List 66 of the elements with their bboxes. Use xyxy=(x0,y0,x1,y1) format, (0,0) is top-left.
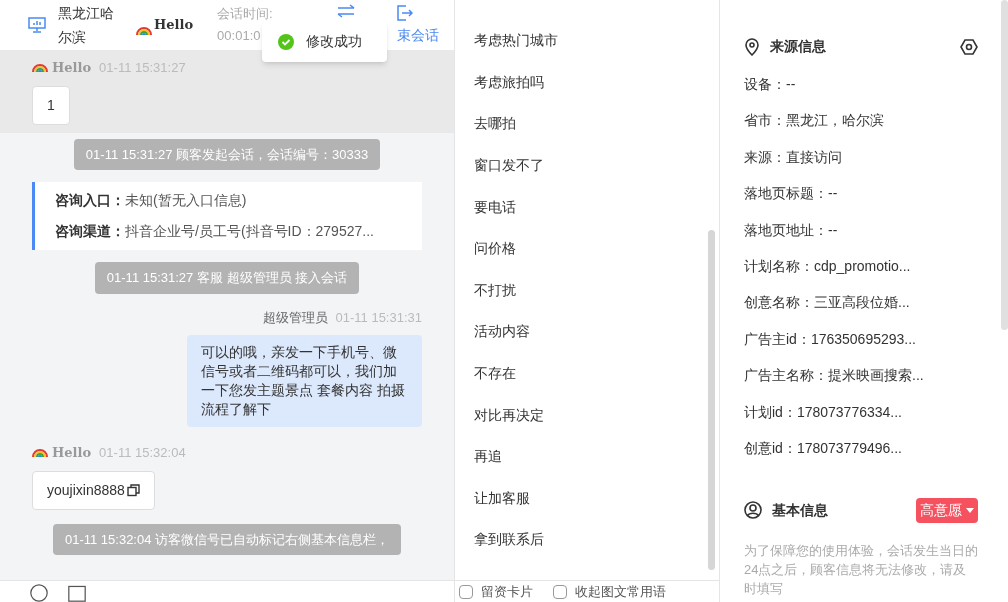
phrase-item[interactable]: 拿到联系后 xyxy=(474,519,719,561)
session-time: 00:01:0 xyxy=(217,27,262,45)
message-text: 1 xyxy=(47,95,55,115)
success-icon xyxy=(278,33,294,50)
visitor-name: Hello xyxy=(52,59,92,77)
phrase-item[interactable]: 去哪拍 xyxy=(474,103,719,145)
info-label: 咨询入口： xyxy=(55,191,125,210)
source-info-row-text: 创意名称：三亚高段位婚... xyxy=(744,293,911,312)
message-bubble: 可以的哦，亲发一下手机号、微信号或者二维码都可以，我们加一下您发主题景点 套餐内容 拍摄流程了解下 xyxy=(187,335,422,427)
source-info-row-text: 创意id：178073779496... xyxy=(744,438,903,458)
source-info-row-text: 计划名称：cdp_promotio... xyxy=(744,256,912,276)
notice-text: 为了保障您的使用体验，会话发生当日的24点之后，顾客信息将无法修改，请及时填写 xyxy=(744,541,978,598)
settings-icon[interactable] xyxy=(960,37,978,56)
visitor-nickname: Hello xyxy=(154,16,194,35)
phrase-item[interactable]: 要电话 xyxy=(474,186,719,228)
phrase-item[interactable]: 活动内容 xyxy=(474,311,719,353)
source-info-row-text: 省市：黑龙江，哈尔滨 xyxy=(744,111,885,130)
info-label: 咨询渠道： xyxy=(55,222,125,241)
exit-icon[interactable] xyxy=(396,4,413,21)
source-info-row-text: 广告主id：176350695293... xyxy=(744,329,917,349)
user-icon xyxy=(744,501,762,519)
phrase-item[interactable]: 对比再决定 xyxy=(474,394,719,436)
checkbox-label: 留资卡片 xyxy=(481,582,533,601)
info-value: 未知(暂无入口信息) xyxy=(125,191,247,210)
source-info-row-text: 落地页标题：-- xyxy=(744,184,839,203)
visitor-location: 黑龙江哈尔滨 xyxy=(58,4,115,47)
scrollbar[interactable] xyxy=(708,230,715,570)
rainbow-icon xyxy=(32,63,48,72)
phrase-item[interactable]: 窗口发不了 xyxy=(474,144,719,187)
message-text: youjixin8888 xyxy=(47,480,125,500)
copy-icon[interactable] xyxy=(126,483,140,497)
section-title: 基本信息 xyxy=(772,500,828,520)
system-notice: 01-11 15:31:27 顾客发起会话，会话编号：30333 xyxy=(73,138,381,170)
checkbox[interactable] xyxy=(459,584,473,599)
visitor-name: Hello xyxy=(52,444,92,462)
monitor-icon xyxy=(28,17,46,33)
rainbow-icon xyxy=(136,26,152,35)
end-session-button[interactable]: 束会话 xyxy=(396,24,439,46)
source-info-row-text: 广告主名称：提米映画搜索... xyxy=(744,366,925,385)
transfer-icon[interactable] xyxy=(336,4,355,18)
system-notice: 01-11 15:32:04 访客微信号已自动标记右侧基本信息栏， xyxy=(52,523,402,555)
source-info-row-text: 设备：-- xyxy=(744,75,797,94)
system-notice: 01-11 15:31:27 客服 超级管理员 接入会话 xyxy=(94,262,360,294)
source-info-row-text: 计划id：178073776334... xyxy=(744,402,903,422)
info-value: 抖音企业号/员工号(抖音号ID：279527... xyxy=(125,222,374,241)
phrase-item[interactable]: 考虑旅拍吗 xyxy=(474,61,719,104)
source-info-row-text: 落地页地址：-- xyxy=(744,220,839,240)
location-pin-icon xyxy=(744,37,760,56)
caret-icon xyxy=(966,507,974,513)
session-time-label: 会话时间: xyxy=(217,5,273,23)
message-time: 01-11 15:31:31 xyxy=(335,308,422,327)
phrase-item[interactable]: 不打扰 xyxy=(474,269,719,312)
phrase-item[interactable]: 不存在 xyxy=(474,352,719,395)
agent-name: 超级管理员 xyxy=(262,308,328,327)
source-info-row-text: 来源：直接访问 xyxy=(744,147,843,167)
phrase-item[interactable]: 问价格 xyxy=(474,227,719,270)
phrase-item[interactable]: 再追 xyxy=(474,435,719,478)
scrollbar[interactable] xyxy=(1001,0,1008,330)
checkbox-label: 收起图文常用语 xyxy=(575,582,666,601)
toast-message: 修改成功 xyxy=(306,32,362,51)
checkbox[interactable] xyxy=(553,584,567,599)
message-time: 01-11 15:32:04 xyxy=(99,444,186,462)
phrase-item[interactable]: 考虑热门城市 xyxy=(474,20,719,62)
phrase-item[interactable]: 让加客服 xyxy=(474,477,719,520)
rainbow-icon xyxy=(32,448,48,457)
section-title: 来源信息 xyxy=(770,37,826,56)
